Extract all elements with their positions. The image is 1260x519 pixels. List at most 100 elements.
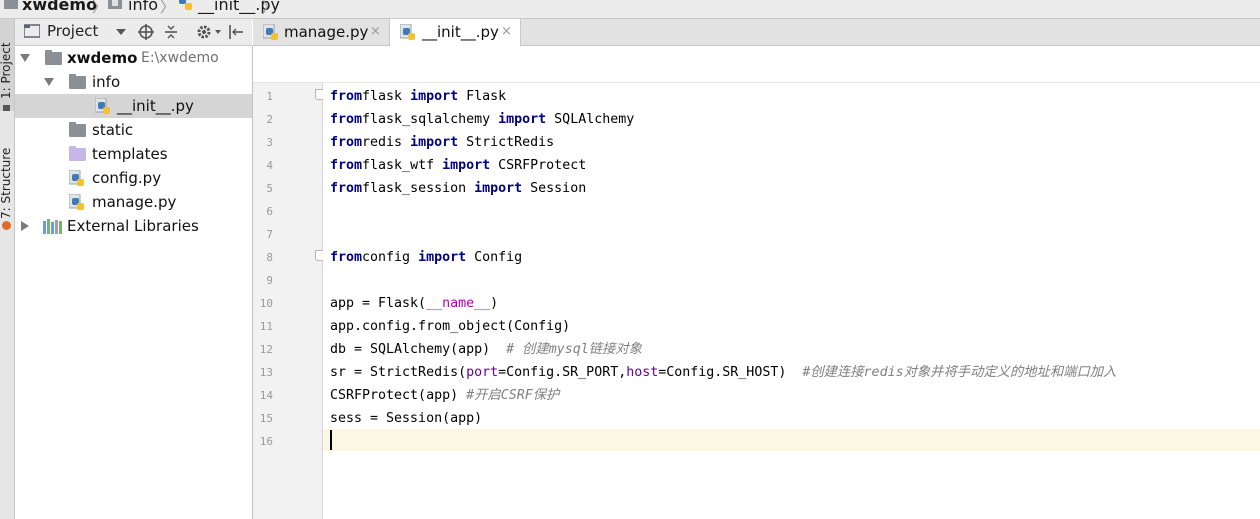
- tree-item-templates[interactable]: templates: [15, 142, 252, 166]
- breadcrumb-separator: 〉: [160, 0, 176, 16]
- code-keyword: import: [410, 89, 459, 104]
- tree-item-label: xwdemo: [67, 49, 138, 67]
- chevron-down-icon[interactable]: [116, 29, 126, 35]
- tree-item-root[interactable]: xwdemo E:\xwdemo: [15, 46, 252, 70]
- python-file-icon: [95, 98, 110, 114]
- code-token: CSRFProtect: [490, 158, 587, 173]
- code-token: flask: [362, 89, 411, 104]
- python-file-icon: [69, 194, 84, 210]
- folder-icon: [69, 122, 86, 137]
- line-number: 3: [266, 136, 273, 149]
- line-number: 6: [266, 205, 273, 218]
- code-line: CSRFProtect(app) #开启CSRF保护: [330, 384, 559, 407]
- code-keyword: import: [418, 250, 467, 265]
- project-view-selector[interactable]: Project: [47, 22, 98, 40]
- tree-item-path: E:\xwdemo: [141, 50, 219, 66]
- line-number: 2: [266, 113, 273, 126]
- code-token: =Config.SR_PORT,: [498, 365, 627, 380]
- folder-icon: [45, 50, 62, 65]
- code-token: SQLAlchemy: [546, 112, 635, 127]
- code-token: flask_session: [362, 181, 475, 196]
- code-token: Session: [522, 181, 587, 196]
- line-number: 16: [259, 435, 273, 448]
- tree-item-info[interactable]: info: [15, 70, 252, 94]
- close-icon[interactable]: ×: [501, 24, 512, 39]
- code-line: fromconfig import Config: [330, 246, 522, 269]
- line-number: 11: [259, 320, 273, 333]
- code-token: ): [490, 296, 499, 311]
- breadcrumb-separator: 〉: [92, 0, 108, 16]
- code-token: config: [362, 250, 419, 265]
- code-keyword: import: [410, 135, 459, 150]
- code-line: sess = Session(app): [330, 407, 482, 430]
- project-panel-header: Project: [15, 19, 252, 46]
- code-token: app = Flask(: [330, 296, 427, 311]
- expand-arrow-icon[interactable]: [21, 221, 29, 231]
- line-number: 5: [266, 182, 273, 195]
- code-token: Config: [466, 250, 523, 265]
- code-keyword: import: [442, 158, 491, 173]
- line-number: 10: [259, 297, 273, 310]
- code-line: fromflask_wtf import CSRFProtect: [330, 154, 586, 177]
- code-keyword: from: [330, 112, 363, 127]
- close-icon[interactable]: ×: [370, 24, 381, 39]
- project-tree: xwdemo E:\xwdemo info __init__.py static…: [15, 46, 253, 519]
- breadcrumb-project[interactable]: xwdemo: [22, 0, 97, 14]
- code-param: host: [626, 365, 659, 380]
- gear-icon[interactable]: [196, 24, 212, 40]
- tree-item-static[interactable]: static: [15, 118, 252, 142]
- tree-item-label: __init__.py: [117, 97, 194, 115]
- tab-init-py[interactable]: __init__.py ×: [390, 19, 521, 46]
- breadcrumb-separator: 〉: [262, 0, 278, 16]
- text-caret: [330, 430, 332, 450]
- editor-tab-bar: manage.py × __init__.py ×: [253, 19, 1260, 46]
- code-keyword: from: [330, 181, 363, 196]
- tree-item-config[interactable]: config.py: [15, 166, 252, 190]
- gear-dropdown-icon[interactable]: [215, 30, 221, 34]
- code-token: app.config.from_object(Config): [330, 319, 571, 334]
- folder-icon: [4, 0, 18, 9]
- package-folder-icon: [69, 74, 86, 89]
- tree-item-label: config.py: [92, 169, 162, 187]
- breadcrumb-folder[interactable]: info: [128, 0, 158, 14]
- python-file-icon: [69, 170, 84, 186]
- project-tool-label: 1: Project: [0, 42, 13, 99]
- tree-item-label: manage.py: [92, 193, 177, 211]
- project-view-icon: [24, 24, 40, 38]
- code-line: app = Flask(__name__): [330, 292, 498, 315]
- line-number: 4: [266, 159, 273, 172]
- hide-panel-icon[interactable]: [228, 24, 244, 40]
- code-line: fromredis import StrictRedis: [330, 131, 554, 154]
- code-keyword: import: [498, 112, 547, 127]
- libraries-icon: [43, 219, 62, 234]
- code-editor[interactable]: fromflask import Flask fromflask_sqlalche…: [323, 83, 1260, 519]
- code-token: =Config.SR_HOST): [658, 365, 803, 380]
- code-token: sr = StrictRedis(: [330, 365, 467, 380]
- expand-arrow-icon[interactable]: [44, 78, 54, 86]
- code-param: port: [466, 365, 499, 380]
- tree-item-manage[interactable]: manage.py: [15, 190, 252, 214]
- project-tool-button[interactable]: 1: Project: [0, 19, 14, 111]
- code-token: StrictRedis: [458, 135, 555, 150]
- line-number: 1: [266, 90, 273, 103]
- expand-arrow-icon[interactable]: [20, 54, 30, 62]
- line-number: 12: [259, 343, 273, 356]
- tree-item-external-libraries[interactable]: External Libraries: [15, 214, 252, 238]
- locate-icon[interactable]: [138, 24, 154, 40]
- code-keyword: from: [330, 158, 363, 173]
- code-keyword: from: [330, 250, 363, 265]
- code-line: fromflask import Flask: [330, 85, 506, 108]
- collapse-all-icon[interactable]: [163, 24, 179, 40]
- code-comment: #创建连接redis对象并将手动定义的地址和端口加入: [802, 365, 1117, 380]
- structure-icon: [2, 221, 11, 230]
- tab-manage-py[interactable]: manage.py ×: [253, 19, 390, 45]
- editor-gutter: 1 2 3 4 5 6 7 8 9 10 11 12 13 14 15 16: [253, 83, 325, 519]
- python-file-icon: [179, 0, 192, 10]
- caret-line-highlight: [323, 429, 1260, 451]
- code-token: flask_sqlalchemy: [362, 112, 499, 127]
- line-number: 13: [259, 366, 273, 379]
- code-comment: #开启CSRF保护: [466, 388, 560, 403]
- structure-tool-label: 7: Structure: [0, 147, 13, 219]
- package-folder-icon: [108, 0, 122, 9]
- tree-item-init[interactable]: __init__.py: [15, 94, 252, 118]
